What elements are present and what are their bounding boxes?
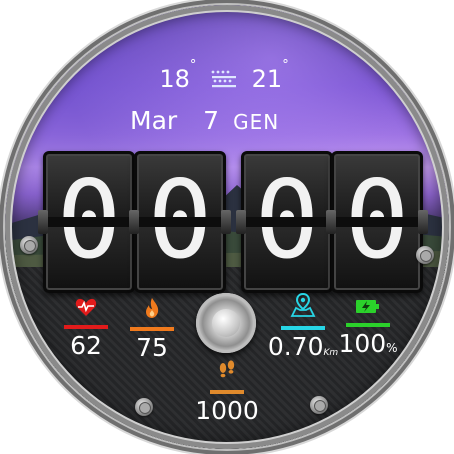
- hour-ones-card: 0: [129, 151, 231, 293]
- date-row: Mar 7 GEN: [130, 106, 279, 135]
- heart-rate-value: 62: [70, 331, 102, 360]
- footsteps-icon: [219, 360, 235, 378]
- map-pin-icon: [290, 292, 316, 317]
- screw-left: [20, 236, 38, 254]
- screw-bottom-right: [310, 396, 328, 414]
- weather-row: 18° 21°: [0, 58, 454, 93]
- minute-tens-card: 0: [236, 151, 338, 293]
- date-month: Mar: [130, 106, 178, 135]
- screw-bottom-left: [135, 398, 153, 416]
- calories-value: 75: [136, 333, 168, 362]
- battery-bar: [346, 323, 390, 327]
- screw-right: [416, 246, 434, 264]
- weather-low-temp: 18: [159, 65, 190, 93]
- steps-value: 1000: [195, 396, 259, 425]
- heart-rate-bar: [64, 325, 108, 329]
- date-day: 7: [203, 106, 220, 135]
- distance-complication[interactable]: 0.70Km: [262, 292, 344, 367]
- date-weekday: GEN: [233, 110, 280, 134]
- calories-bar: [130, 327, 174, 331]
- minute-ones-card: 0: [326, 151, 428, 293]
- degree-symbol-2: °: [282, 58, 289, 73]
- steps-complication[interactable]: 1000: [188, 360, 266, 425]
- distance-value: 0.70: [267, 332, 324, 361]
- battery-value: 100: [338, 329, 387, 358]
- fog-icon: [210, 67, 238, 91]
- steps-bar: [210, 390, 244, 394]
- heart-rate-complication[interactable]: 62: [58, 297, 114, 360]
- distance-bar: [281, 326, 325, 330]
- battery-value-wrap: 100%: [334, 330, 402, 362]
- crown-button[interactable]: [196, 293, 256, 353]
- weather-high-temp: 21: [251, 65, 283, 93]
- battery-unit: %: [386, 341, 398, 355]
- battery-complication[interactable]: 100%: [334, 297, 402, 362]
- heart-rate-icon: [75, 298, 97, 316]
- battery-charging-icon: [356, 300, 379, 313]
- distance-value-wrap: 0.70Km: [262, 333, 344, 367]
- calories-complication[interactable]: 75: [124, 297, 180, 362]
- flame-icon: [146, 298, 159, 318]
- degree-symbol: °: [189, 58, 197, 73]
- hour-tens-card: 0: [38, 151, 140, 293]
